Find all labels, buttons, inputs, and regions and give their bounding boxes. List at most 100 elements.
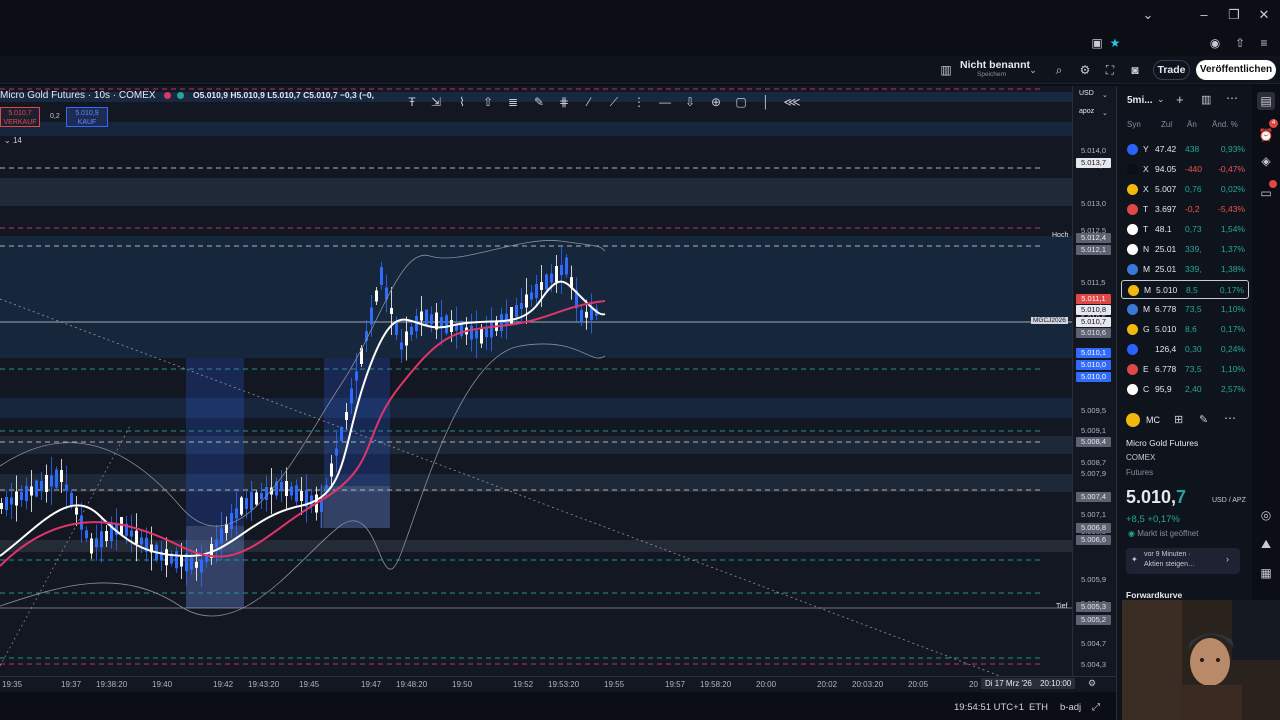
watchlist-row[interactable]: T 48.1 0,73 1,54% [1121, 220, 1249, 239]
market-status: ◉ Markt ist geöffnet [1128, 529, 1199, 538]
sell-button[interactable]: 5.010,7 VERKAUF [0, 107, 40, 127]
buy-button[interactable]: 5.010,9 KAUF [66, 107, 108, 127]
target-tool-icon[interactable]: ⊕ [707, 93, 725, 111]
watchlist-row[interactable]: G 5.010 8,6 0,17% [1121, 320, 1249, 339]
forward-curve-heading[interactable]: Forwardkurve [1126, 590, 1182, 600]
adjust-toggle[interactable]: b-adj [1060, 702, 1081, 713]
trade-button[interactable]: Trade [1153, 60, 1190, 80]
search-icon[interactable]: ⌕ [1050, 61, 1068, 79]
publish-button[interactable]: Veröffentlichen [1196, 60, 1276, 80]
watchlist-row[interactable]: C 95,9 2,40 2,57% [1121, 380, 1249, 399]
session-toggle[interactable]: ETH [1029, 702, 1048, 713]
chevron-down-icon[interactable]: ⌄ [1026, 61, 1040, 79]
symbol-logo-icon [1127, 244, 1138, 255]
more-tools-icon[interactable]: ⋘ [783, 93, 801, 111]
col-symbol[interactable]: Syn [1127, 120, 1141, 129]
watchlist-row[interactable]: E 6.778 73,5 1,10% [1121, 360, 1249, 379]
position-tool-icon[interactable]: ⋮ [630, 93, 648, 111]
text-tool-icon[interactable]: Ŧ [403, 93, 421, 111]
pine-icon[interactable]: ⛰ [1257, 535, 1275, 553]
candle-body [45, 475, 48, 492]
chart-canvas[interactable] [0, 86, 1072, 692]
details-change: +8,5 +0,17% [1126, 514, 1180, 525]
watchlist-row[interactable]: M 6.778 73,5 1,10% [1121, 300, 1249, 319]
chevron-down-icon[interactable]: ⌄ [1157, 94, 1165, 105]
calendar-icon[interactable]: ▦ [1257, 564, 1275, 582]
indicator-count[interactable]: ⌄ 14 [4, 136, 22, 145]
candle-body [540, 282, 543, 290]
watchlist-row[interactable]: N 25.01 339, 1,37% [1121, 240, 1249, 259]
chevron-down-icon[interactable]: ⌄ [1102, 91, 1108, 99]
arrow-up-tool-icon[interactable]: ⇧ [479, 93, 497, 111]
maximize-icon[interactable]: ❐ [1222, 6, 1246, 24]
close-icon[interactable]: ✕ [1252, 6, 1276, 24]
watchlist-row[interactable]: X 94.05 -440 -0,47% [1121, 160, 1249, 179]
fib-tool-icon[interactable]: ≣ [504, 93, 522, 111]
watchlist-row[interactable]: 126,4 0,30 0,24% [1121, 340, 1249, 359]
columns-icon[interactable]: ▥ [1201, 93, 1211, 106]
watchlist-row[interactable]: M 5.010 8,5 0,17% [1121, 280, 1249, 299]
trendline-tool-icon[interactable]: ⟋ [605, 93, 623, 111]
watchlist-row[interactable]: X 5.007 0,76 0,02% [1121, 180, 1249, 199]
currency-selector[interactable]: USD [1079, 90, 1094, 97]
pen-tool-icon[interactable]: ✎ [530, 93, 548, 111]
watchlist-name[interactable]: 5mi... [1127, 95, 1153, 106]
minimize-icon[interactable]: – [1192, 6, 1216, 24]
edit-icon[interactable]: ✎ [1199, 413, 1208, 426]
screenshot-icon[interactable]: ▣ [1088, 34, 1106, 52]
chevron-down-icon[interactable]: ⌄ [1136, 6, 1160, 24]
chevron-down-icon[interactable]: ⌄ [1102, 109, 1108, 117]
target-icon[interactable]: ◎ [1257, 506, 1275, 524]
expand-icon[interactable]: ⤢ [1092, 702, 1100, 713]
col-change[interactable]: Än [1187, 120, 1197, 129]
status-bar: 19:54:51 UTC+1 ETH b-adj ⤢ [0, 692, 1116, 720]
clock[interactable]: 19:54:51 UTC+1 [954, 702, 1024, 713]
layers-icon[interactable]: ◈ [1257, 152, 1275, 170]
candle-body [130, 530, 133, 537]
add-symbol-icon[interactable]: + [1176, 92, 1184, 107]
symbol-logo-icon [1127, 184, 1138, 195]
unit-selector[interactable]: apoz [1079, 108, 1094, 115]
price-axis[interactable]: USD apoz ⌄ ⌄ 5.014,05.013,55.013,05.012,… [1072, 86, 1116, 692]
candle-body [100, 531, 103, 548]
watchlist-row[interactable]: M 25.01 339, 1,38% [1121, 260, 1249, 279]
watchlist-row[interactable]: Y 47.42 438 0,93% [1121, 140, 1249, 159]
more-icon[interactable]: ⋯ [1224, 411, 1236, 425]
candle-body [515, 305, 518, 317]
rectangle-tool-icon[interactable]: ▢ [732, 93, 750, 111]
settings-icon[interactable]: ⚙ [1076, 61, 1094, 79]
channel-tool-icon[interactable]: ⋕ [555, 93, 573, 111]
vline-tool-icon[interactable]: │ [757, 93, 775, 111]
col-change-pct[interactable]: Änd. % [1212, 120, 1238, 129]
zone-band [0, 540, 1072, 552]
grid-icon[interactable]: ⊞ [1174, 413, 1183, 426]
settings-icon[interactable]: ⚙ [1088, 678, 1096, 689]
price-tag: 5.010,1 [1076, 348, 1111, 358]
more-icon[interactable]: ⋯ [1226, 91, 1238, 105]
candle-body [230, 513, 233, 529]
menu-icon[interactable]: ≡ [1255, 34, 1273, 52]
col-last[interactable]: Zul [1161, 120, 1172, 129]
symbol-title[interactable]: Micro Gold Futures · 10s · COMEX [0, 90, 156, 101]
camera-icon[interactable]: ◙ [1126, 61, 1144, 79]
details-name[interactable]: Micro Gold Futures [1126, 438, 1198, 448]
fullscreen-icon[interactable]: ⛶ [1101, 61, 1119, 79]
layout-icon[interactable]: ▥ [937, 61, 955, 79]
layout-name[interactable]: Nicht benannt [960, 59, 1030, 71]
share-icon[interactable]: ⇧ [1231, 34, 1249, 52]
time-axis[interactable]: 19:35 19:37 19:38:20 19:40 19:42 19:43:20 19:4… [0, 676, 1116, 692]
star-icon[interactable]: ★ [1106, 34, 1124, 52]
alerts-icon[interactable]: ⏰ [1257, 126, 1275, 144]
pattern-tool-icon[interactable]: ⌇ [453, 93, 471, 111]
cursor-tool-icon[interactable]: ⇲ [427, 93, 445, 111]
row-symbol: T [1143, 224, 1149, 234]
watchlist-row[interactable]: T 3.697 -0,2 -5,43% [1121, 200, 1249, 219]
brush-tool-icon[interactable]: ⁄ [580, 93, 598, 111]
row-change-pct: 1,10% [1220, 364, 1245, 374]
arrow-down-tool-icon[interactable]: ⇩ [681, 93, 699, 111]
hline-tool-icon[interactable]: — [656, 93, 674, 111]
news-item[interactable]: ✦ vor 9 Minuten · Aktien steigen… › [1126, 548, 1240, 574]
watchlist-icon[interactable]: ▤ [1257, 92, 1275, 110]
price-chart[interactable]: Micro Gold Futures · 10s · COMEX O5.010,… [0, 86, 1072, 692]
account-icon[interactable]: ◉ [1206, 34, 1224, 52]
